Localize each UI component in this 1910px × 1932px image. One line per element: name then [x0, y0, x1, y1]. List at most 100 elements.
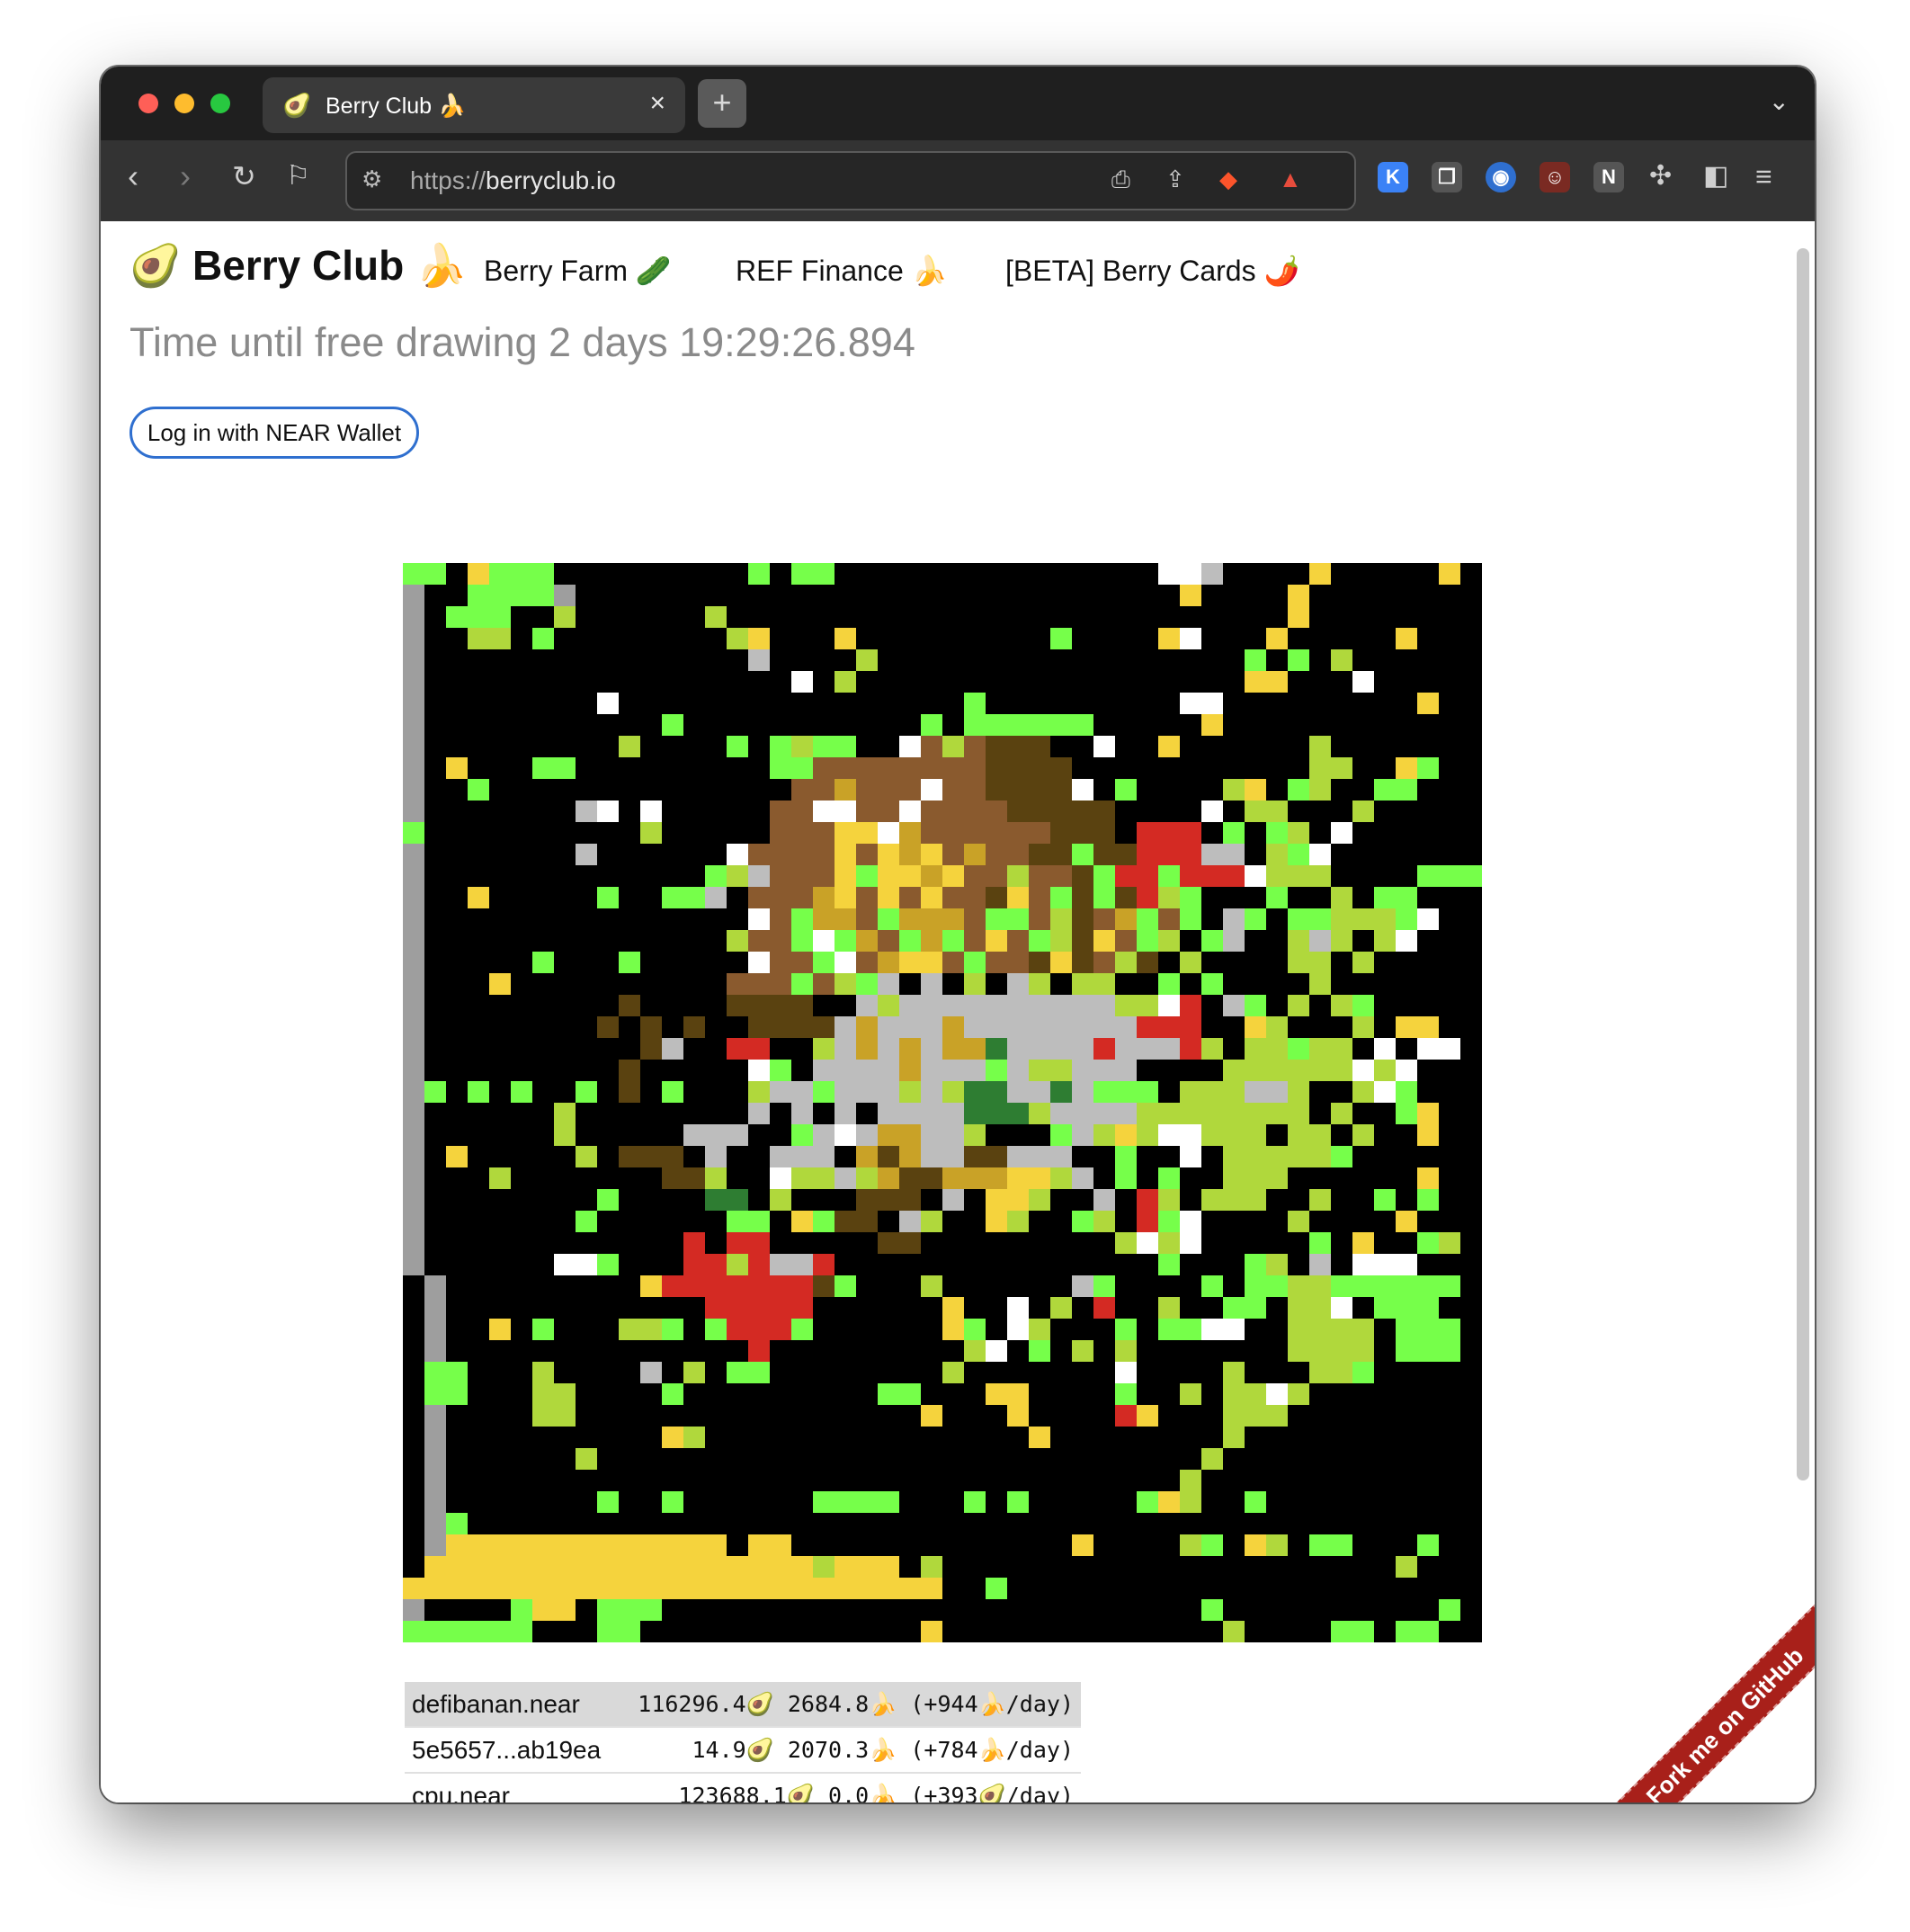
board-pixel[interactable]: [1417, 1470, 1440, 1492]
board-pixel[interactable]: [1352, 1362, 1375, 1384]
board-pixel[interactable]: [1331, 1167, 1353, 1190]
board-pixel[interactable]: [1201, 1427, 1224, 1449]
board-pixel[interactable]: [1137, 1146, 1159, 1168]
board-pixel[interactable]: [705, 649, 727, 672]
board-pixel[interactable]: [619, 1060, 641, 1082]
board-pixel[interactable]: [1245, 1405, 1267, 1427]
board-pixel[interactable]: [921, 671, 943, 693]
board-pixel[interactable]: [554, 801, 576, 823]
board-pixel[interactable]: [856, 649, 879, 672]
board-pixel[interactable]: [511, 1405, 533, 1427]
board-pixel[interactable]: [835, 1211, 857, 1233]
board-pixel[interactable]: [986, 1405, 1008, 1427]
board-pixel[interactable]: [468, 801, 490, 823]
board-pixel[interactable]: [727, 1470, 749, 1492]
board-pixel[interactable]: [770, 779, 792, 801]
board-pixel[interactable]: [748, 671, 771, 693]
board-pixel[interactable]: [1266, 779, 1289, 801]
board-pixel[interactable]: [640, 1578, 663, 1600]
board-pixel[interactable]: [1029, 563, 1051, 586]
board-pixel[interactable]: [1137, 1578, 1159, 1600]
board-pixel[interactable]: [791, 1297, 814, 1319]
board-pixel[interactable]: [1309, 1124, 1332, 1147]
board-pixel[interactable]: [403, 908, 425, 931]
board-pixel[interactable]: [424, 1534, 447, 1557]
board-pixel[interactable]: [1331, 1103, 1353, 1125]
board-pixel[interactable]: [1180, 1513, 1202, 1535]
board-pixel[interactable]: [1115, 865, 1138, 888]
board-pixel[interactable]: [921, 1081, 943, 1104]
board-pixel[interactable]: [683, 1362, 706, 1384]
board-pixel[interactable]: [489, 693, 512, 715]
share-icon[interactable]: ⇪: [1165, 165, 1185, 193]
board-pixel[interactable]: [1309, 1232, 1332, 1255]
board-pixel[interactable]: [532, 1513, 555, 1535]
board-pixel[interactable]: [511, 1189, 533, 1212]
board-pixel[interactable]: [1352, 995, 1375, 1017]
board-pixel[interactable]: [1266, 1146, 1289, 1168]
board-pixel[interactable]: [683, 1297, 706, 1319]
board-pixel[interactable]: [770, 1081, 792, 1104]
board-pixel[interactable]: [446, 779, 469, 801]
board-pixel[interactable]: [748, 1534, 771, 1557]
board-pixel[interactable]: [1201, 930, 1224, 953]
board-pixel[interactable]: [791, 1621, 814, 1642]
board-pixel[interactable]: [683, 563, 706, 586]
board-pixel[interactable]: [1223, 1491, 1245, 1514]
board-pixel[interactable]: [1093, 1556, 1116, 1579]
board-pixel[interactable]: [964, 1427, 986, 1449]
board-pixel[interactable]: [468, 628, 490, 650]
board-pixel[interactable]: [1223, 1470, 1245, 1492]
board-pixel[interactable]: [942, 563, 965, 586]
board-pixel[interactable]: [921, 1016, 943, 1039]
board-pixel[interactable]: [770, 585, 792, 607]
board-pixel[interactable]: [1245, 1232, 1267, 1255]
board-pixel[interactable]: [576, 952, 598, 974]
board-pixel[interactable]: [899, 995, 922, 1017]
board-pixel[interactable]: [1460, 1167, 1482, 1190]
board-pixel[interactable]: [1201, 1599, 1224, 1622]
board-pixel[interactable]: [640, 1470, 663, 1492]
board-pixel[interactable]: [489, 801, 512, 823]
board-pixel[interactable]: [1029, 606, 1051, 629]
board-pixel[interactable]: [770, 1297, 792, 1319]
board-pixel[interactable]: [1050, 693, 1073, 715]
board-pixel[interactable]: [986, 1578, 1008, 1600]
board-pixel[interactable]: [1115, 1124, 1138, 1147]
board-pixel[interactable]: [705, 887, 727, 909]
board-pixel[interactable]: [1158, 844, 1181, 866]
board-pixel[interactable]: [748, 1211, 771, 1233]
board-pixel[interactable]: [1223, 930, 1245, 953]
board-pixel[interactable]: [403, 822, 425, 845]
board-pixel[interactable]: [1050, 1124, 1073, 1147]
board-pixel[interactable]: [1288, 693, 1310, 715]
board-pixel[interactable]: [489, 973, 512, 996]
board-pixel[interactable]: [597, 585, 620, 607]
board-pixel[interactable]: [640, 1254, 663, 1276]
board-pixel[interactable]: [1352, 1599, 1375, 1622]
board-pixel[interactable]: [942, 671, 965, 693]
board-pixel[interactable]: [942, 1189, 965, 1212]
board-pixel[interactable]: [1223, 736, 1245, 758]
board-pixel[interactable]: [986, 844, 1008, 866]
board-pixel[interactable]: [1417, 1513, 1440, 1535]
board-pixel[interactable]: [576, 563, 598, 586]
board-pixel[interactable]: [1396, 1383, 1418, 1406]
board-pixel[interactable]: [1180, 1016, 1202, 1039]
board-pixel[interactable]: [1180, 930, 1202, 953]
board-pixel[interactable]: [986, 671, 1008, 693]
board-pixel[interactable]: [835, 1103, 857, 1125]
board-pixel[interactable]: [1309, 1275, 1332, 1298]
board-pixel[interactable]: [942, 801, 965, 823]
board-pixel[interactable]: [878, 1621, 900, 1642]
board-pixel[interactable]: [921, 779, 943, 801]
board-pixel[interactable]: [1223, 585, 1245, 607]
board-pixel[interactable]: [1029, 1297, 1051, 1319]
board-pixel[interactable]: [727, 1319, 749, 1341]
board-pixel[interactable]: [1396, 1211, 1418, 1233]
board-pixel[interactable]: [619, 1534, 641, 1557]
board-pixel[interactable]: [856, 1211, 879, 1233]
board-pixel[interactable]: [899, 952, 922, 974]
board-pixel[interactable]: [1223, 1038, 1245, 1060]
board-pixel[interactable]: [662, 779, 684, 801]
